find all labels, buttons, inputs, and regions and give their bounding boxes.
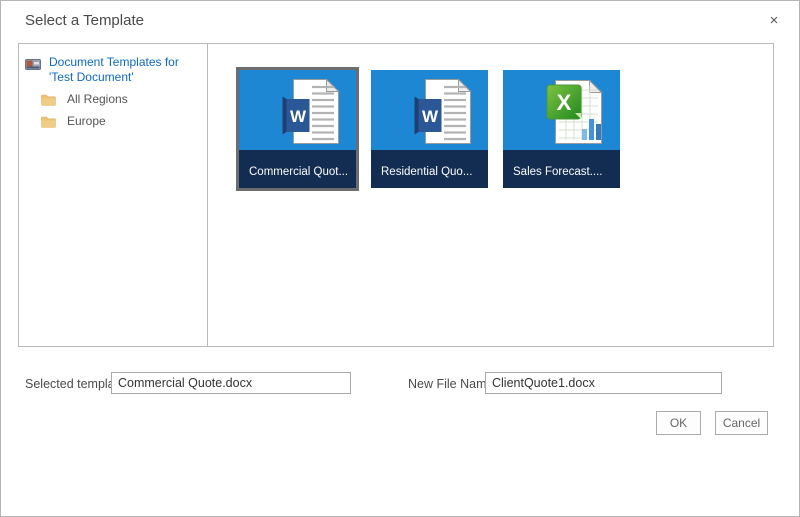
excel-file-icon: X [546, 78, 604, 146]
svg-text:W: W [289, 107, 306, 126]
template-tile[interactable]: X Sales Forecast.... [503, 70, 620, 188]
svg-text:X: X [556, 90, 571, 115]
tree-root-label: Document Templates for 'Test Document' [49, 55, 187, 85]
tree-item-europe[interactable]: Europe [19, 114, 207, 129]
cancel-button[interactable]: Cancel [715, 411, 768, 435]
tree-root-node[interactable]: Document Templates for 'Test Document' [19, 55, 207, 85]
word-file-icon: W [282, 78, 340, 146]
panels-container: Document Templates for 'Test Document' A… [18, 43, 774, 347]
tree-item-label: All Regions [67, 92, 128, 107]
word-file-icon: W [414, 78, 472, 146]
tree-item-label: Europe [67, 114, 106, 129]
template-tile-label: Residential Quo... [371, 150, 488, 188]
select-template-dialog: Select a Template × Document Templates f… [0, 0, 800, 517]
tree-item-all-regions[interactable]: All Regions [19, 92, 207, 107]
template-list: W Commercial Quot... [208, 44, 773, 346]
folder-icon [41, 94, 56, 106]
library-icon [25, 57, 41, 70]
template-tree-panel: Document Templates for 'Test Document' A… [19, 44, 208, 346]
svg-text:W: W [421, 107, 438, 126]
dialog-title: Select a Template [25, 12, 144, 29]
new-file-name-input[interactable] [485, 372, 722, 394]
template-tile-label: Sales Forecast.... [503, 150, 620, 188]
selected-template-input[interactable] [111, 372, 351, 394]
folder-icon [41, 116, 56, 128]
template-tile[interactable]: W Commercial Quot... [236, 67, 359, 191]
ok-button[interactable]: OK [656, 411, 701, 435]
template-tile[interactable]: W Residential Quo... [371, 70, 488, 188]
new-file-name-label: New File Name: [408, 377, 497, 391]
close-icon[interactable]: × [763, 9, 785, 31]
template-tile-label: Commercial Quot... [239, 150, 356, 188]
